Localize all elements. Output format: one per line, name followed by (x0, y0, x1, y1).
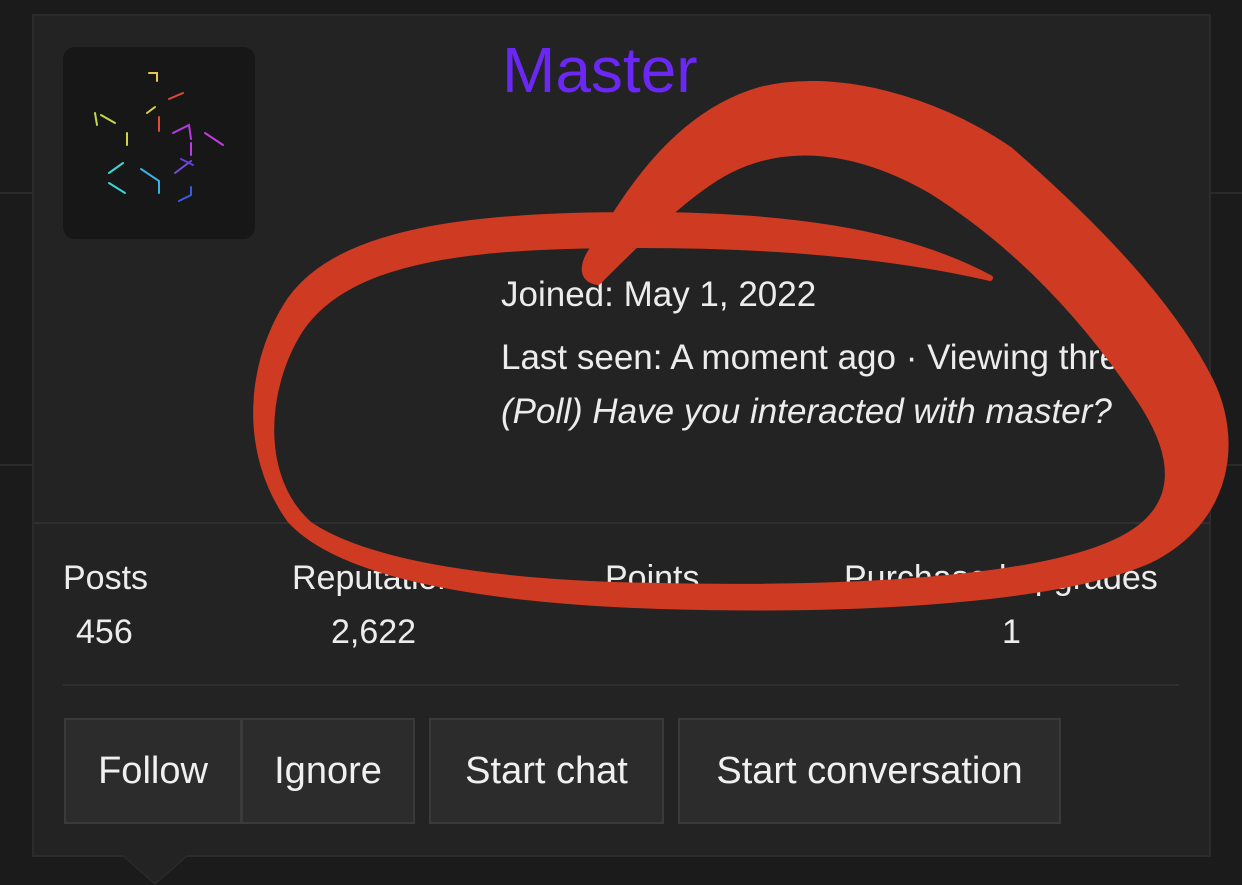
background-divider (1211, 464, 1242, 466)
tooltip-pointer (123, 855, 187, 883)
stats-top-divider (34, 522, 1209, 524)
background-divider (0, 464, 32, 466)
posts-label: Posts (63, 559, 149, 597)
background-divider (1211, 192, 1242, 194)
background-divider (0, 192, 32, 194)
posts-value[interactable]: 456 (76, 612, 133, 652)
avatar[interactable] (63, 47, 255, 239)
last-seen-prefix: Last seen: A moment ago · Viewing thread (501, 338, 1158, 377)
username-link[interactable]: Master (502, 38, 698, 102)
last-seen-text: Last seen: A moment ago · Viewing thread… (501, 331, 1181, 439)
purchased-upgrades-label: Purchased upgrades (844, 559, 1158, 597)
joined-date: Joined: May 1, 2022 (501, 275, 817, 314)
start-chat-button[interactable]: Start chat (429, 718, 664, 824)
follow-button[interactable]: Follow (64, 718, 242, 824)
purchased-upgrades-value: 1 (1002, 613, 1021, 651)
actions-divider (63, 684, 1179, 686)
viewing-thread-link[interactable]: (Poll) Have you interacted with master? (501, 392, 1112, 431)
avatar-pattern-icon (94, 72, 224, 202)
reputation-value[interactable]: 2,622 (331, 612, 416, 652)
reputation-label: Reputation (292, 559, 457, 597)
start-conversation-button[interactable]: Start conversation (678, 718, 1061, 824)
points-label: Points (605, 559, 700, 597)
ignore-button[interactable]: Ignore (241, 718, 415, 824)
